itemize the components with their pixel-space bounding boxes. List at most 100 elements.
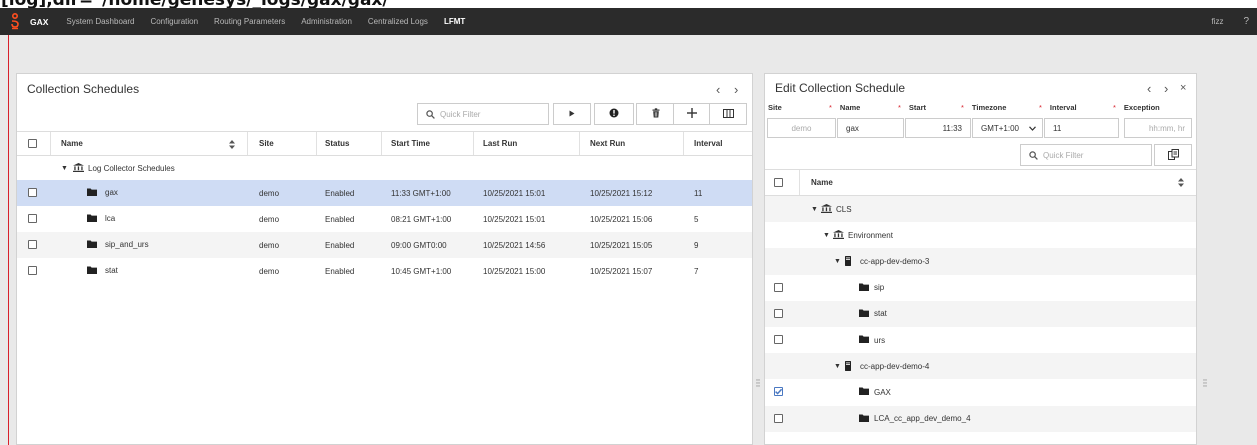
add-button[interactable] xyxy=(673,103,711,125)
expand-caret-icon[interactable]: ▼ xyxy=(61,165,68,172)
table-row[interactable]: sip_and_urs demo Enabled 09:00 GMT0:00 1… xyxy=(17,232,752,258)
schedule-next-run: 10/25/2021 15:12 xyxy=(590,188,653,198)
expand-caret-icon[interactable]: ▼ xyxy=(834,363,841,370)
tree-row[interactable]: ▼ CLS xyxy=(765,196,1196,223)
help-icon[interactable]: ? xyxy=(1243,16,1249,27)
name-field[interactable]: gax xyxy=(837,118,904,138)
tree-row[interactable]: stat xyxy=(765,300,1196,327)
column-interval[interactable]: Interval xyxy=(694,139,722,148)
panel-title: Collection Schedules xyxy=(27,82,140,96)
label-name: * Name xyxy=(829,103,861,112)
tree-header: Name xyxy=(765,169,1196,196)
column-start-time[interactable]: Start Time xyxy=(391,139,430,148)
copy-icon xyxy=(1167,148,1179,162)
chevron-left-icon[interactable]: ‹ xyxy=(1147,81,1151,96)
folder-icon xyxy=(859,335,869,345)
row-checkbox[interactable] xyxy=(28,240,37,249)
schedule-start-time: 10:45 GMT+1:00 xyxy=(391,266,452,276)
alert-icon xyxy=(609,108,619,120)
expand-caret-icon[interactable]: ▼ xyxy=(811,206,818,213)
nav-brand-gax[interactable]: GAX xyxy=(30,17,48,27)
select-all-checkbox[interactable] xyxy=(28,139,37,148)
genesys-logo-icon[interactable] xyxy=(0,8,30,35)
schedule-start-time: 09:00 GMT0:00 xyxy=(391,240,447,250)
tree-column-name[interactable]: Name xyxy=(811,178,833,187)
row-checkbox[interactable] xyxy=(28,188,37,197)
tree-select-all-checkbox[interactable] xyxy=(774,178,783,187)
chevron-right-icon[interactable]: › xyxy=(734,82,738,97)
tree-quick-filter-input[interactable] xyxy=(1043,150,1123,160)
column-name[interactable]: Name xyxy=(61,139,83,148)
schedule-site: demo xyxy=(259,240,280,250)
tree-row-checkbox[interactable] xyxy=(774,413,783,423)
tree-row[interactable]: urs xyxy=(765,327,1196,353)
sort-icon[interactable] xyxy=(229,140,235,151)
tree-row[interactable]: ▼ cc-app-dev-demo-4 xyxy=(765,353,1196,380)
tree-row-checkbox[interactable] xyxy=(774,387,783,397)
column-last-run[interactable]: Last Run xyxy=(483,139,517,148)
group-label: Log Collector Schedules xyxy=(88,163,175,173)
column-next-run[interactable]: Next Run xyxy=(590,139,625,148)
play-icon xyxy=(569,110,575,119)
schedule-status: Enabled xyxy=(325,188,355,198)
columns-button[interactable] xyxy=(709,103,747,125)
nav-centralized-logs[interactable]: Centralized Logs xyxy=(368,17,428,26)
quick-filter-input[interactable] xyxy=(440,109,520,119)
tree-row[interactable]: GAX xyxy=(765,379,1196,405)
sort-icon[interactable] xyxy=(1178,178,1184,189)
row-checkbox[interactable] xyxy=(28,266,37,275)
edit-panel-title: Edit Collection Schedule xyxy=(775,81,906,95)
start-field[interactable]: 11:33 xyxy=(905,118,971,138)
expand-caret-icon[interactable]: ▼ xyxy=(823,232,830,239)
group-row[interactable]: ▼ Log Collector Schedules xyxy=(17,156,752,180)
nav-system-dashboard[interactable]: System Dashboard xyxy=(66,17,134,26)
tree-node-label: Environment xyxy=(848,230,893,240)
plus-icon xyxy=(687,108,697,120)
search-icon xyxy=(1029,150,1038,160)
tree-row-checkbox[interactable] xyxy=(774,282,783,292)
quick-filter[interactable] xyxy=(417,103,549,125)
row-checkbox[interactable] xyxy=(28,214,37,223)
nav-configuration[interactable]: Configuration xyxy=(150,17,198,26)
nav-lfmt[interactable]: LFMT xyxy=(444,17,465,26)
top-navbar: GAX System Dashboard Configuration Routi… xyxy=(0,8,1257,35)
table-row[interactable]: gax demo Enabled 11:33 GMT+1:00 10/25/20… xyxy=(17,180,752,206)
copy-button[interactable] xyxy=(1154,144,1192,166)
schedule-last-run: 10/25/2021 15:01 xyxy=(483,214,546,224)
exception-field[interactable]: hh:mm, hr xyxy=(1124,118,1192,138)
resize-handle[interactable] xyxy=(756,379,760,389)
nav-administration[interactable]: Administration xyxy=(301,17,352,26)
run-button[interactable] xyxy=(553,103,591,125)
chevron-left-icon[interactable]: ‹ xyxy=(716,82,720,97)
folder-icon xyxy=(859,414,869,424)
schedule-status: Enabled xyxy=(325,240,355,250)
schedule-interval: 9 xyxy=(694,240,699,250)
column-site[interactable]: Site xyxy=(259,139,274,148)
tree-quick-filter[interactable] xyxy=(1020,144,1152,166)
bank-icon xyxy=(821,204,832,215)
nav-routing-parameters[interactable]: Routing Parameters xyxy=(214,17,285,26)
tree-row-checkbox[interactable] xyxy=(774,335,783,344)
table-row[interactable]: lca demo Enabled 08:21 GMT+1:00 10/25/20… xyxy=(17,206,752,232)
interval-field[interactable]: 11 xyxy=(1044,118,1119,138)
expand-caret-icon[interactable]: ▼ xyxy=(834,258,841,265)
tree-row[interactable]: sip xyxy=(765,275,1196,301)
close-icon[interactable]: × xyxy=(1180,82,1186,94)
label-exception: * Exception xyxy=(1113,103,1160,112)
column-status[interactable]: Status xyxy=(325,139,349,148)
tree-row-checkbox[interactable] xyxy=(774,308,783,318)
table-row[interactable]: stat demo Enabled 10:45 GMT+1:00 10/25/2… xyxy=(17,258,752,284)
label-timezone: * Timezone xyxy=(961,103,1007,112)
delete-button[interactable] xyxy=(636,103,676,125)
tree-row[interactable]: ▼ Environment xyxy=(765,222,1196,248)
resize-handle[interactable] xyxy=(1203,379,1207,389)
schedule-name: sip_and_urs xyxy=(87,240,149,250)
user-menu[interactable]: fizz xyxy=(1211,17,1223,26)
tree-row[interactable]: LCA_cc_app_dev_demo_4 xyxy=(765,405,1196,432)
chevron-right-icon[interactable]: › xyxy=(1164,81,1168,96)
info-button[interactable] xyxy=(594,103,634,125)
timezone-select[interactable]: GMT+1:00 xyxy=(972,118,1043,138)
tree-row[interactable]: ▼ cc-app-dev-demo-3 xyxy=(765,248,1196,275)
schedule-site: demo xyxy=(259,188,280,198)
folder-icon xyxy=(859,387,869,397)
